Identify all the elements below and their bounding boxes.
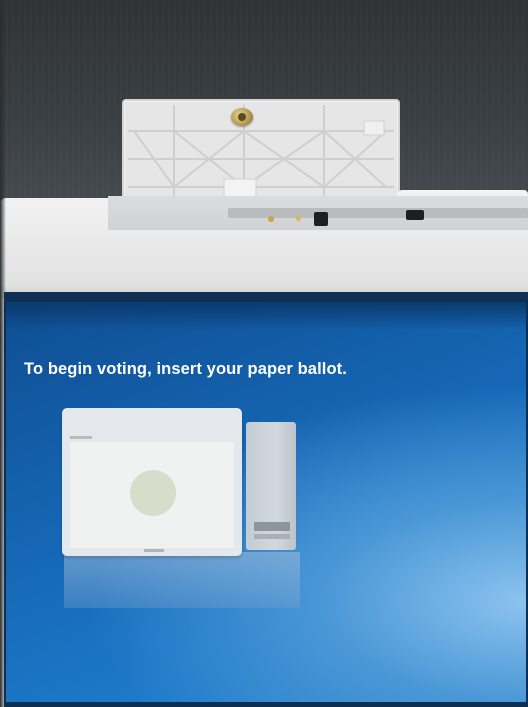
- illustration-scanner: [246, 422, 296, 550]
- left-edge-shadow: [0, 0, 6, 707]
- illustration-device-screen: [62, 408, 242, 556]
- lid-screw: [231, 108, 253, 126]
- tray-screw: [296, 216, 301, 221]
- screen-top-shadow: [6, 302, 526, 330]
- illustration-circle-icon: [130, 470, 176, 516]
- touch-screen[interactable]: To begin voting, insert your paper ballo…: [6, 302, 526, 702]
- tray-screw: [268, 216, 274, 222]
- illustration-scanner-tray: [254, 534, 290, 539]
- illustration-screen-tab: [144, 549, 164, 552]
- illustration-reflection: [64, 552, 300, 608]
- tray-latch: [314, 212, 328, 226]
- ballot-tray: [108, 196, 528, 232]
- insert-ballot-prompt: To begin voting, insert your paper ballo…: [24, 360, 347, 378]
- housing-front-lip: [0, 230, 528, 298]
- tray-connector: [406, 210, 424, 220]
- illustration-screen-bar: [70, 436, 92, 439]
- voting-machine-photo: To begin voting, insert your paper ballo…: [0, 0, 528, 707]
- illustration-scanner-slot: [254, 522, 290, 531]
- illustration-screen-content: [70, 442, 234, 548]
